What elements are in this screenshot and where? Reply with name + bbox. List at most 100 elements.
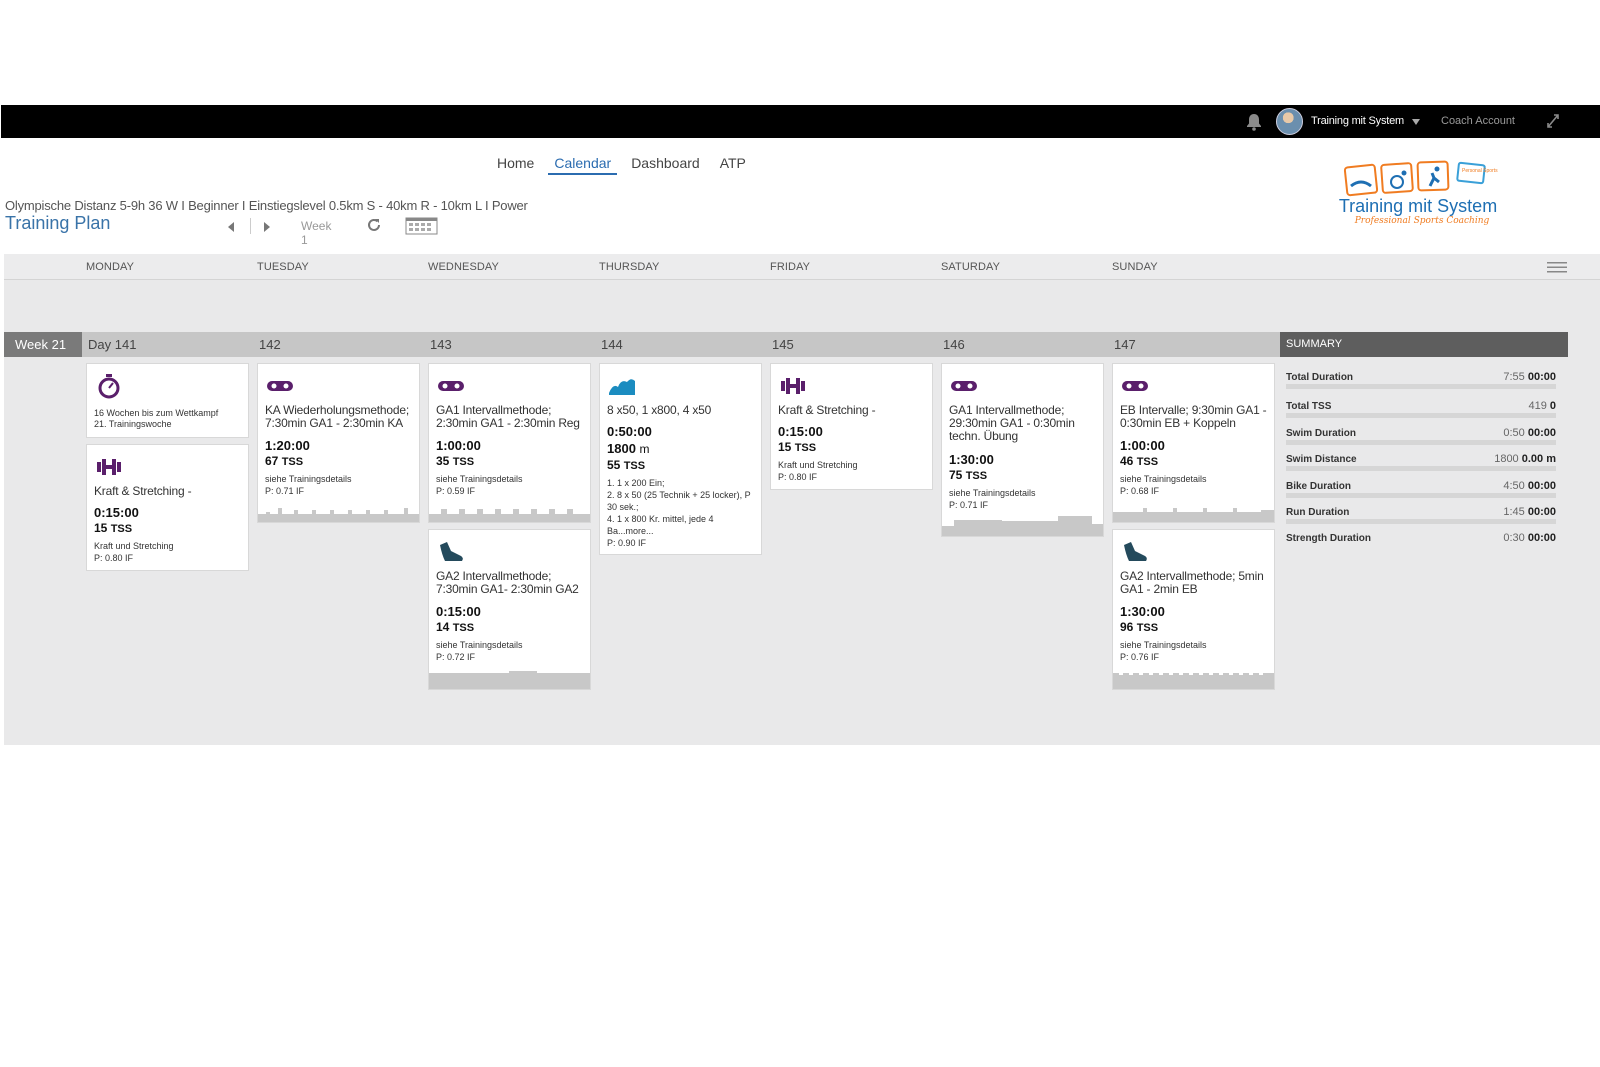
day-number: 147 xyxy=(1114,337,1136,352)
weekday-header: MONDAY TUESDAY WEDNESDAY THURSDAY FRIDAY… xyxy=(4,254,1600,280)
plan-subtitle: Olympische Distanz 5-9h 36 W I Beginner … xyxy=(5,198,528,213)
coach-account-link[interactable]: Coach Account xyxy=(1441,115,1515,127)
summary-row: Swim Duration 0:50 00:00 xyxy=(1286,422,1556,446)
workout-tss: 14 TSS xyxy=(436,620,475,634)
bike-icon xyxy=(267,381,293,391)
summary-progress-bar xyxy=(1286,466,1556,471)
user-name[interactable]: Training mit System xyxy=(1311,115,1404,127)
workout-tss: 15 TSS xyxy=(778,440,817,454)
workout-title: KA Wiederholungsmethode; 7:30min GA1 - 2… xyxy=(265,403,409,430)
prev-week-icon[interactable] xyxy=(228,222,234,232)
workout-card[interactable]: Kraft & Stretching - 0:15:00 15 TSS Kraf… xyxy=(86,444,249,571)
week-summary: SUMMARY Total Duration 7:55 00:00 Total … xyxy=(1280,332,1568,612)
workout-duration: 1:00:00 xyxy=(436,438,481,453)
workout-tss: 75 TSS xyxy=(949,468,988,482)
workout-card[interactable]: GA1 Intervallmethode; 2:30min GA1 - 2:30… xyxy=(428,363,591,523)
next-week-icon[interactable] xyxy=(264,222,270,232)
workout-title: Kraft & Stretching - xyxy=(94,484,192,498)
week-label[interactable]: Week 1 xyxy=(301,219,331,247)
workout-tss: 46 TSS xyxy=(1120,454,1159,468)
intensity-profile xyxy=(1113,673,1274,689)
weekday-label: THURSDAY xyxy=(599,261,660,273)
workout-desc: siehe Trainingsdetails xyxy=(436,474,523,484)
summary-row: Run Duration 1:45 00:00 xyxy=(1286,501,1556,525)
refresh-icon[interactable] xyxy=(366,217,382,233)
shoe-icon xyxy=(440,542,463,561)
summary-progress-bar xyxy=(1286,493,1556,498)
workout-card[interactable]: Kraft & Stretching - 0:15:00 15 TSS Kraf… xyxy=(770,363,933,490)
nav-home[interactable]: Home xyxy=(497,155,534,175)
workout-if: P: 0.80 IF xyxy=(94,553,134,563)
calendar-icon[interactable] xyxy=(405,216,438,235)
workout-card[interactable]: KA Wiederholungsmethode; 7:30min GA1 - 2… xyxy=(257,363,420,523)
expand-icon[interactable] xyxy=(1546,113,1560,129)
logo-badge: Personal Sports xyxy=(1462,168,1498,174)
workout-desc: siehe Trainingsdetails xyxy=(1120,640,1207,650)
caret-down-icon[interactable] xyxy=(1412,119,1420,125)
intensity-profile xyxy=(429,509,590,522)
workout-if: P: 0.59 IF xyxy=(436,486,476,496)
intensity-profile xyxy=(429,671,590,689)
main-nav: Home Calendar Dashboard ATP xyxy=(497,155,766,175)
summary-row: Total Duration 7:55 00:00 xyxy=(1286,366,1556,390)
workout-duration: 1:30:00 xyxy=(1120,604,1165,619)
nav-calendar[interactable]: Calendar xyxy=(548,155,618,175)
summary-progress-bar xyxy=(1286,440,1556,445)
weekday-label: WEDNESDAY xyxy=(428,261,499,273)
summary-row: Bike Duration 4:50 00:00 xyxy=(1286,475,1556,499)
day-number: 143 xyxy=(430,337,452,352)
hamburger-menu-icon[interactable] xyxy=(1547,262,1567,273)
workout-title: 8 x50, 1 x800, 4 x50 xyxy=(607,403,712,417)
week-number: Week 21 xyxy=(4,332,82,357)
workout-tss: 55 TSS xyxy=(607,458,646,472)
workout-if: P: 0.71 IF xyxy=(949,500,989,510)
bike-icon xyxy=(438,381,464,391)
top-bar: Training mit System Coach Account xyxy=(1,105,1600,138)
workout-tss: 96 TSS xyxy=(1120,620,1159,634)
weekday-label: SUNDAY xyxy=(1112,261,1158,273)
workout-title: GA1 Intervallmethode; 29:30min GA1 - 0:3… xyxy=(949,403,1075,443)
day-number: 142 xyxy=(259,337,281,352)
workout-desc: Kraft und Stretching xyxy=(778,460,858,470)
workout-title: GA1 Intervallmethode; 2:30min GA1 - 2:30… xyxy=(436,403,580,430)
summary-progress-bar xyxy=(1286,413,1556,418)
stopwatch-icon xyxy=(98,374,120,399)
page-title: Training Plan xyxy=(5,213,111,233)
workout-duration: 1:30:00 xyxy=(949,452,994,467)
workout-description: 1. 1 x 200 Ein; 2. 8 x 50 (25 Technik + … xyxy=(607,478,751,548)
logo-text: Training mit System xyxy=(1339,196,1497,216)
summary-progress-bar xyxy=(1286,384,1556,389)
calendar-grid: MONDAY TUESDAY WEDNESDAY THURSDAY FRIDAY… xyxy=(4,254,1600,745)
summary-progress-bar xyxy=(1286,519,1556,524)
day-number: 144 xyxy=(601,337,623,352)
summary-row: Swim Distance 1800 0.00 m xyxy=(1286,448,1556,472)
logo-tagline: Professional Sports Coaching xyxy=(1354,216,1490,226)
nav-dashboard[interactable]: Dashboard xyxy=(631,155,700,175)
nav-atp[interactable]: ATP xyxy=(720,155,746,175)
workout-title: GA2 Intervallmethode; 7:30min GA1- 2:30m… xyxy=(436,569,579,596)
day-number: 145 xyxy=(772,337,794,352)
workout-duration: 0:15:00 xyxy=(436,604,481,619)
weekday-label: FRIDAY xyxy=(770,261,811,273)
event-card[interactable]: 16 Wochen bis zum Wettkampf 21. Training… xyxy=(86,363,249,438)
workout-if: P: 0.71 IF xyxy=(265,486,305,496)
workout-tss: 67 TSS xyxy=(265,454,304,468)
workout-if: P: 0.72 IF xyxy=(436,652,476,662)
workout-card[interactable]: GA2 Intervallmethode; 5min GA1 - 2min EB… xyxy=(1112,529,1275,690)
avatar[interactable] xyxy=(1276,108,1303,135)
workout-desc: siehe Trainingsdetails xyxy=(265,474,352,484)
workout-card[interactable]: GA1 Intervallmethode; 29:30min GA1 - 0:3… xyxy=(941,363,1104,537)
workout-card[interactable]: GA2 Intervallmethode; 7:30min GA1- 2:30m… xyxy=(428,529,591,690)
workout-card[interactable]: 8 x50, 1 x800, 4 x50 0:50:00 1800 m 55 T… xyxy=(599,363,762,555)
bell-icon[interactable] xyxy=(1246,113,1262,131)
intensity-profile xyxy=(258,508,419,522)
workout-title: GA2 Intervallmethode; 5min GA1 - 2min EB xyxy=(1120,569,1264,596)
summary-row: Strength Duration 0:30 00:00 xyxy=(1286,532,1556,544)
workout-duration: 1:20:00 xyxy=(265,438,310,453)
event-text: 16 Wochen bis zum Wettkampf 21. Training… xyxy=(94,408,219,429)
workout-card[interactable]: EB Intervalle; 9:30min GA1 - 0:30min EB … xyxy=(1112,363,1275,523)
day-number: 146 xyxy=(943,337,965,352)
workout-desc: siehe Trainingsdetails xyxy=(1120,474,1207,484)
wave-icon xyxy=(609,379,635,395)
weekday-label: TUESDAY xyxy=(257,261,309,273)
